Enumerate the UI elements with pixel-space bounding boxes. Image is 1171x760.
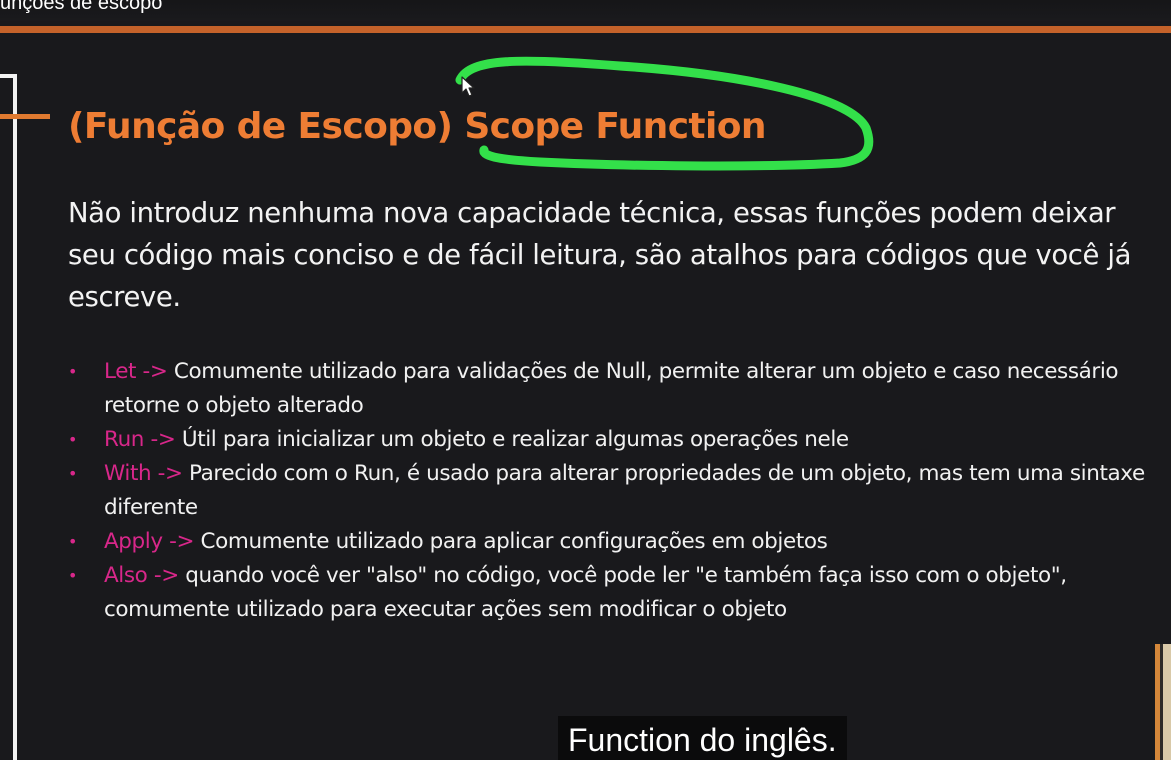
subtitle-caption: Function do inglês. [558,716,847,760]
bullet-keyword: Let -> [104,359,168,384]
bullet-keyword: Run -> [104,427,176,452]
list-item-with: • With -> Parecido com o Run, é usado pa… [68,457,1163,525]
slide-left-frame-line [0,74,17,760]
bullet-keyword: Apply -> [104,529,195,554]
title-accent-dash [0,114,50,119]
list-item-apply: • Apply -> Comumente utilizado para apli… [68,525,1163,559]
bullet-text: Comumente utilizado para validações de N… [104,359,1119,418]
bullet-dot-icon: • [68,362,78,381]
bullet-dot-icon: • [68,532,78,551]
video-frame: unções de escopo (Função de Escopo) Scop… [0,0,1171,760]
bullet-keyword: Also -> [104,563,179,588]
slide-title-english: Scope Function [464,106,766,147]
bullet-text: Útil para inicializar um objeto e realiz… [175,427,849,452]
webcam-overlay-edge [1155,644,1171,760]
list-item-let: • Let -> Comumente utilizado para valida… [68,355,1163,423]
bullet-text: quando você ver "also" no código, você p… [104,563,1067,622]
bullet-text: Comumente utilizado para aplicar configu… [194,529,828,554]
bullet-text: Parecido com o Run, é usado para alterar… [104,461,1145,520]
scope-function-list: • Let -> Comumente utilizado para valida… [68,355,1163,627]
slide-intro-paragraph: Não introduz nenhuma nova capacidade téc… [68,197,1132,313]
slide-title: (Função de Escopo) Scope Function [68,102,767,152]
bullet-dot-icon: • [68,464,78,483]
slide-title-portuguese: (Função de Escopo) [68,106,453,147]
slide-top-accent-bar [0,26,1171,33]
bullet-dot-icon: • [68,430,78,449]
bullet-keyword: With -> [104,461,183,486]
list-item-run: • Run -> Útil para inicializar um objeto… [68,423,1163,457]
list-item-also: • Also -> quando você ver "also" no códi… [68,559,1163,627]
mouse-pointer-icon [461,76,475,97]
bullet-dot-icon: • [68,566,78,585]
video-title: unções de escopo [0,0,1171,21]
